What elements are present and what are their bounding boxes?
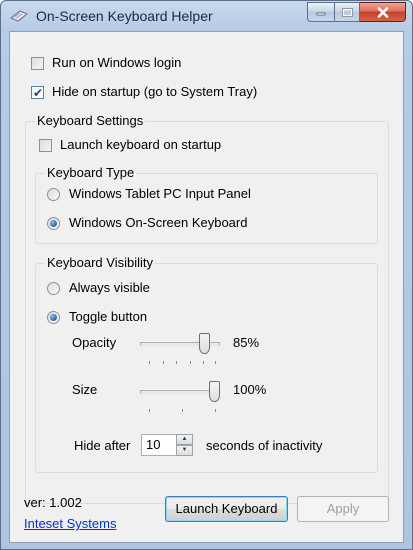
hide-on-startup-checkbox[interactable]: ✔ (31, 86, 44, 99)
opacity-tick (203, 361, 204, 364)
keyboard-settings-legend: Keyboard Settings (35, 113, 146, 128)
client-area: Run on Windows login ✔ Hide on startup (… (9, 31, 404, 543)
keyboard-type-legend: Keyboard Type (45, 165, 137, 180)
size-slider[interactable] (140, 378, 220, 416)
hide-on-startup-label[interactable]: Hide on startup (go to System Tray) (52, 84, 257, 99)
size-slider-track (140, 390, 220, 394)
size-tick (149, 409, 150, 412)
window-controls (307, 2, 406, 22)
size-label: Size (72, 382, 98, 397)
run-on-login-label[interactable]: Run on Windows login (52, 55, 181, 70)
close-button[interactable] (360, 2, 406, 22)
always-visible-label[interactable]: Always visible (69, 280, 150, 295)
spin-down-button[interactable]: ▼ (176, 445, 193, 456)
tablet-input-panel-label[interactable]: Windows Tablet PC Input Panel (69, 186, 251, 201)
apply-button[interactable]: Apply (297, 496, 389, 522)
spin-up-button[interactable]: ▲ (176, 434, 193, 445)
opacity-tick (163, 361, 164, 364)
keyboard-type-group (35, 173, 378, 244)
opacity-tick (190, 361, 191, 364)
radio-on-screen-keyboard[interactable] (47, 217, 60, 230)
title-bar[interactable]: On-Screen Keyboard Helper (1, 1, 412, 31)
keyboard-app-icon (10, 10, 28, 22)
maximize-icon (341, 7, 353, 17)
opacity-tick (149, 361, 150, 364)
launch-on-startup-label[interactable]: Launch keyboard on startup (60, 137, 221, 152)
size-value: 100% (233, 382, 267, 397)
run-on-login-checkbox[interactable] (31, 57, 44, 70)
size-tick (182, 409, 183, 412)
opacity-label: Opacity (72, 335, 117, 350)
radio-selected-dot (50, 314, 57, 321)
radio-selected-dot (50, 220, 57, 227)
radio-always-visible[interactable] (47, 282, 60, 295)
checkmark-icon: ✔ (33, 86, 44, 100)
arrow-down-icon: ▼ (181, 447, 188, 453)
radio-toggle-button[interactable] (47, 311, 60, 324)
maximize-button[interactable] (334, 2, 360, 22)
launch-on-startup-checkbox[interactable] (39, 139, 52, 152)
company-link[interactable]: Inteset Systems (24, 516, 116, 531)
hide-after-label: Hide after (74, 438, 131, 453)
close-icon (377, 6, 388, 18)
window-title: On-Screen Keyboard Helper (36, 8, 213, 24)
opacity-value: 85% (233, 335, 260, 350)
hide-after-suffix: seconds of inactivity (206, 438, 323, 453)
arrow-up-icon: ▲ (181, 436, 188, 442)
version-text: ver: 1.002 (24, 495, 82, 510)
app-window: On-Screen Keyboard Helper Run on Windows… (0, 0, 413, 550)
toggle-button-label[interactable]: Toggle button (69, 309, 147, 324)
minimize-button[interactable] (307, 2, 334, 22)
hide-after-spinner: ▲ ▼ (176, 434, 193, 456)
size-slider-thumb[interactable] (209, 381, 220, 402)
opacity-tick (176, 361, 177, 364)
on-screen-keyboard-label[interactable]: Windows On-Screen Keyboard (69, 215, 247, 230)
launch-keyboard-button[interactable]: Launch Keyboard (165, 496, 288, 522)
keyboard-visibility-legend: Keyboard Visibility (45, 255, 155, 270)
opacity-tick (215, 361, 216, 364)
opacity-slider[interactable] (140, 330, 220, 368)
minimize-icon (316, 12, 326, 16)
radio-tablet-input-panel[interactable] (47, 188, 60, 201)
opacity-slider-thumb[interactable] (199, 333, 210, 354)
size-tick (215, 409, 216, 412)
hide-after-input[interactable]: 10 (141, 434, 177, 456)
